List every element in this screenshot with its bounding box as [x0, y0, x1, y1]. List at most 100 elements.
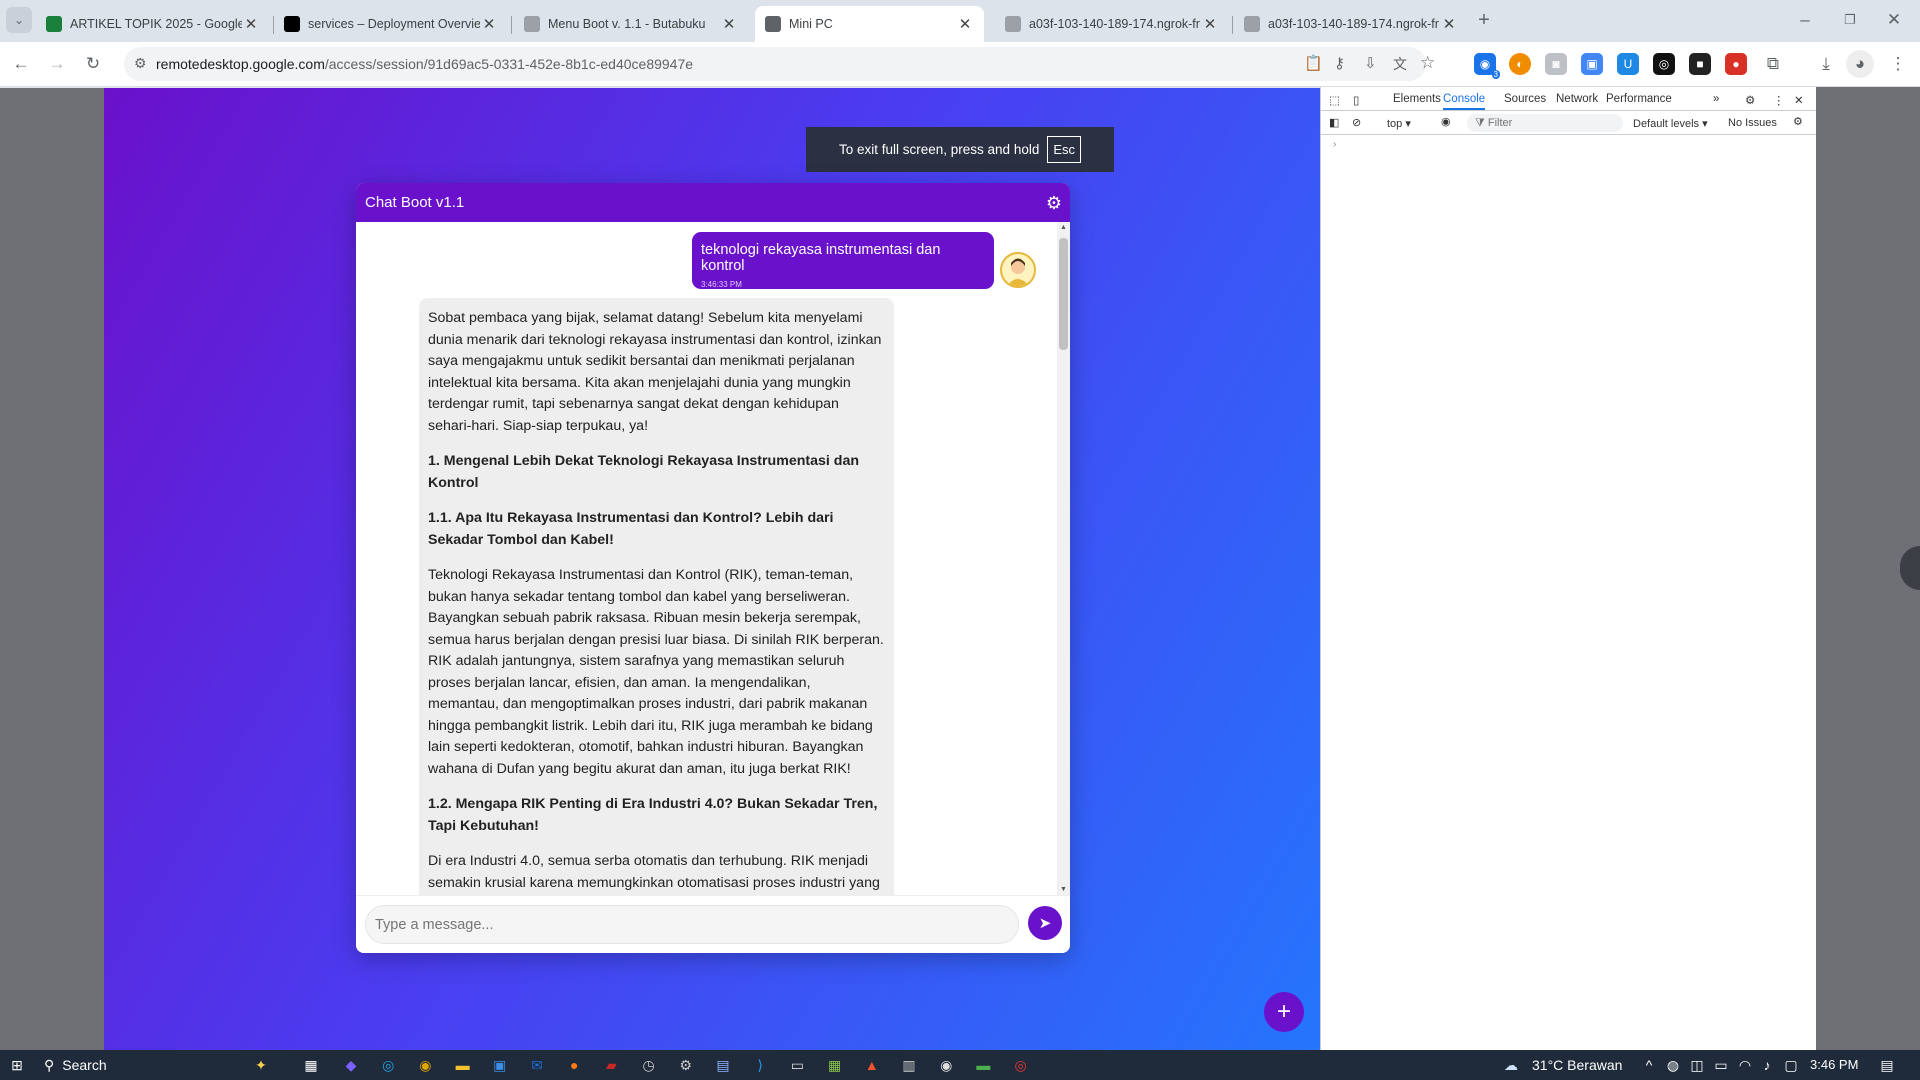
tab-close-icon[interactable]: ✕ [480, 15, 498, 33]
store-icon[interactable]: ▣ [491, 1056, 509, 1074]
browser-tab[interactable]: Menu Boot v. 1.1 - Butabuku ✕ [514, 6, 748, 42]
extension-icon[interactable]: ◐ [1509, 53, 1531, 75]
file-explorer-icon[interactable]: ▬ [454, 1056, 472, 1074]
display-icon[interactable]: ▢ [1782, 1056, 1800, 1074]
clipboard-icon[interactable]: 📋 [1304, 54, 1323, 72]
obs-icon[interactable]: ◉ [937, 1056, 955, 1074]
chrome-icon[interactable]: ◎ [1012, 1056, 1030, 1074]
tray-icon[interactable]: ◍ [1664, 1056, 1682, 1074]
vscode-icon[interactable]: ⟩ [751, 1056, 769, 1074]
camera-extension-icon[interactable]: ◙ [1545, 53, 1567, 75]
console-settings-icon[interactable]: ⚙ [1793, 115, 1803, 128]
devtools-tab-elements[interactable]: Elements [1393, 93, 1441, 105]
browser-tab[interactable]: a03f-103-140-189-174.ngrok-fr ✕ [1234, 6, 1468, 42]
taskbar-search[interactable]: ⚲ Search [44, 1057, 107, 1074]
tab-close-icon[interactable]: ✕ [1440, 15, 1458, 33]
tab-search-button[interactable]: ⌄ [6, 7, 32, 33]
restore-button[interactable]: ❐ [1836, 6, 1864, 34]
clock-app-icon[interactable]: ◷ [640, 1056, 658, 1074]
extension-icon[interactable]: ■ [1689, 53, 1711, 75]
clear-console-icon[interactable]: ⊘ [1352, 116, 1361, 129]
site-info-icon[interactable]: ⚙ [134, 55, 147, 72]
devtools-menu-icon[interactable]: ⋮ [1773, 93, 1785, 107]
terminal-icon[interactable]: ▭ [788, 1056, 806, 1074]
weather-cloud-icon[interactable]: ☁ [1502, 1056, 1520, 1074]
devtools-tab-network[interactable]: Network [1556, 93, 1598, 105]
u-extension-icon[interactable]: U [1617, 53, 1639, 75]
task-view-icon[interactable]: ▦ [302, 1056, 320, 1074]
console-filter-input[interactable]: ⧩ Filter [1467, 114, 1623, 132]
copilot-app-icon[interactable]: ◆ [342, 1056, 360, 1074]
outlook-icon[interactable]: ✉ [528, 1056, 546, 1074]
taskbar-clock[interactable]: 3:46 PM [1810, 1057, 1858, 1072]
send-button[interactable]: ➤ [1028, 906, 1062, 940]
devtools-close-icon[interactable]: ✕ [1794, 93, 1804, 107]
scroll-up-arrow[interactable]: ▲ [1060, 224, 1067, 231]
address-bar[interactable]: ⚙ remotedesktop.google.com/access/sessio… [124, 47, 1435, 81]
notepad-icon[interactable]: ▦ [826, 1056, 844, 1074]
tab-close-icon[interactable]: ✕ [242, 15, 260, 33]
log-levels-dropdown[interactable]: Default levels ▾ [1633, 117, 1708, 130]
calculator-icon[interactable]: ▥ [900, 1056, 918, 1074]
record-extension-icon[interactable]: ● [1725, 53, 1747, 75]
scrollbar-thumb[interactable] [1059, 238, 1068, 350]
notifications-icon[interactable]: ▤ [1878, 1056, 1896, 1074]
brave-icon[interactable]: ▲ [863, 1056, 881, 1074]
settings-icon[interactable]: ⚙ [677, 1056, 695, 1074]
devtools-tab-sources[interactable]: Sources [1504, 93, 1546, 105]
download-icon[interactable]: ⤓ [1812, 50, 1840, 78]
message-list[interactable]: teknologi rekayasa instrumentasi dan kon… [356, 222, 1070, 895]
tab-close-icon[interactable]: ✕ [1201, 15, 1219, 33]
devtools-tab-console[interactable]: Console [1443, 93, 1486, 110]
hidden-icons-chevron[interactable]: ^ [1640, 1056, 1658, 1074]
weather-text[interactable]: 31°C Berawan [1532, 1057, 1622, 1073]
chat-scrollbar[interactable]: ▲ ▼ [1057, 222, 1070, 895]
browser-tab[interactable]: ARTIKEL TOPIK 2025 - Google S ✕ [36, 6, 270, 42]
minimize-button[interactable]: – [1791, 6, 1819, 34]
firefox-icon[interactable]: ● [565, 1056, 583, 1074]
volume-icon[interactable]: ♪ [1758, 1056, 1776, 1074]
edge-icon[interactable]: ◎ [379, 1056, 397, 1074]
copilot-sparkle-icon[interactable]: ✦ [252, 1056, 270, 1074]
gear-icon[interactable]: ⚙ [1046, 193, 1062, 214]
app-icon[interactable]: ▤ [714, 1056, 732, 1074]
device-toolbar-icon[interactable]: ▯ [1353, 93, 1359, 107]
extensions-puzzle-icon[interactable]: ⧉ [1759, 50, 1787, 78]
bookmark-star-icon[interactable]: ☆ [1420, 53, 1435, 73]
browser-tab[interactable]: services – Deployment Overview ✕ [274, 6, 508, 42]
reload-button[interactable]: ↻ [79, 50, 107, 78]
password-key-icon[interactable]: ⚷ [1334, 54, 1345, 72]
extension-icon[interactable]: ◉ 3 [1474, 53, 1500, 79]
console-prompt-chevron[interactable]: › [1333, 139, 1336, 150]
profile-avatar[interactable]: ◕ [1846, 50, 1874, 78]
devtools-tab-performance[interactable]: Performance [1606, 93, 1672, 105]
screen-extension-icon[interactable]: ▣ [1581, 53, 1603, 75]
chrome-menu-icon[interactable]: ⋮ [1884, 50, 1912, 78]
new-tab-button[interactable]: + [1470, 6, 1498, 34]
issues-counter[interactable]: No Issues [1728, 117, 1777, 129]
tab-close-icon[interactable]: ✕ [956, 15, 974, 33]
translate-icon[interactable]: 文 [1393, 54, 1407, 74]
back-button[interactable]: ← [7, 50, 35, 78]
forward-button[interactable]: → [43, 50, 71, 78]
windows-start-icon[interactable]: ⊞ [8, 1056, 26, 1074]
live-expression-eye-icon[interactable]: ◉ [1441, 115, 1451, 128]
tab-close-icon[interactable]: ✕ [720, 15, 738, 33]
inspect-element-icon[interactable]: ⬚ [1329, 93, 1340, 107]
context-selector[interactable]: top ▾ [1387, 117, 1411, 130]
browser-tab[interactable]: Mini PC ✕ [755, 6, 984, 42]
close-window-button[interactable]: ✕ [1880, 6, 1908, 34]
scroll-down-arrow[interactable]: ▼ [1060, 886, 1067, 893]
message-input[interactable] [365, 905, 1019, 944]
app-icon[interactable]: ▬ [974, 1056, 992, 1074]
battery-icon[interactable]: ▭ [1712, 1056, 1730, 1074]
floating-add-button[interactable]: + [1264, 992, 1304, 1032]
tray-icon[interactable]: ◫ [1688, 1056, 1706, 1074]
browser-tab[interactable]: a03f-103-140-189-174.ngrok-fr ✕ [995, 6, 1229, 42]
chrome-icon[interactable]: ◉ [416, 1056, 434, 1074]
app-icon[interactable]: ▰ [602, 1056, 620, 1074]
chatgpt-extension-icon[interactable]: ◎ [1653, 53, 1675, 75]
devtools-settings-icon[interactable]: ⚙ [1745, 93, 1755, 107]
more-tabs-icon[interactable]: » [1713, 93, 1719, 105]
wifi-icon[interactable]: ◠ [1736, 1056, 1754, 1074]
